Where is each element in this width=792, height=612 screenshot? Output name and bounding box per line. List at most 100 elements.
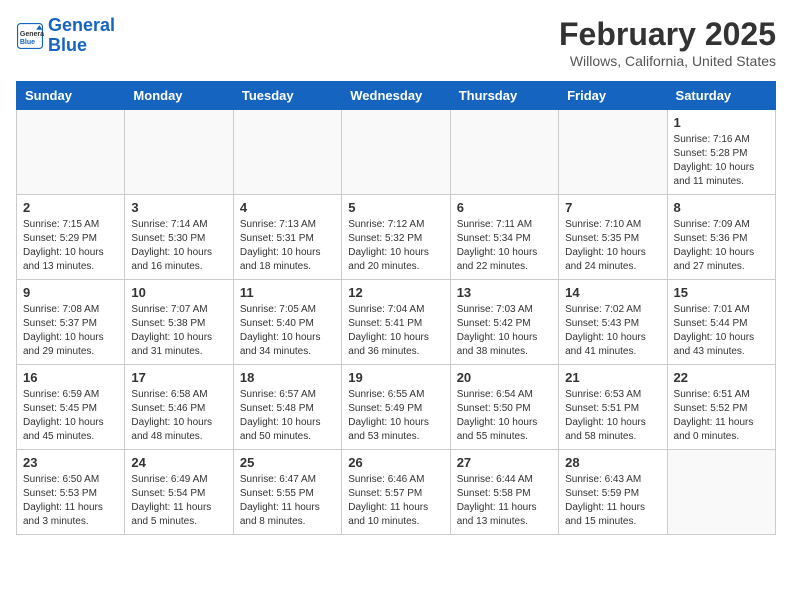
day-info: Sunrise: 7:02 AM Sunset: 5:43 PM Dayligh… xyxy=(565,303,660,359)
calendar-week-row: 1 Sunrise: 7:16 AM Sunset: 5:28 PM Daylig… xyxy=(17,110,776,195)
day-number: 16 xyxy=(23,370,118,385)
calendar-day-cell: 23 Sunrise: 6:50 AM Sunset: 5:53 PM Dayli… xyxy=(17,450,125,535)
day-number: 7 xyxy=(565,200,660,215)
day-number: 6 xyxy=(457,200,552,215)
day-number: 1 xyxy=(674,115,769,130)
day-number: 4 xyxy=(240,200,335,215)
logo-icon: General Blue xyxy=(16,22,44,50)
calendar-table: SundayMondayTuesdayWednesdayThursdayFrid… xyxy=(16,81,776,535)
calendar-day-cell: 28 Sunrise: 6:43 AM Sunset: 5:59 PM Dayli… xyxy=(559,450,667,535)
calendar-day-cell: 22 Sunrise: 6:51 AM Sunset: 5:52 PM Dayli… xyxy=(667,365,775,450)
calendar-day-cell: 20 Sunrise: 6:54 AM Sunset: 5:50 PM Dayli… xyxy=(450,365,558,450)
calendar-day-cell: 5 Sunrise: 7:12 AM Sunset: 5:32 PM Daylig… xyxy=(342,195,450,280)
calendar-day-cell: 17 Sunrise: 6:58 AM Sunset: 5:46 PM Dayli… xyxy=(125,365,233,450)
day-info: Sunrise: 6:49 AM Sunset: 5:54 PM Dayligh… xyxy=(131,473,226,529)
day-info: Sunrise: 6:43 AM Sunset: 5:59 PM Dayligh… xyxy=(565,473,660,529)
calendar-day-cell: 1 Sunrise: 7:16 AM Sunset: 5:28 PM Daylig… xyxy=(667,110,775,195)
day-info: Sunrise: 6:59 AM Sunset: 5:45 PM Dayligh… xyxy=(23,388,118,444)
day-info: Sunrise: 6:47 AM Sunset: 5:55 PM Dayligh… xyxy=(240,473,335,529)
day-info: Sunrise: 7:07 AM Sunset: 5:38 PM Dayligh… xyxy=(131,303,226,359)
day-info: Sunrise: 6:57 AM Sunset: 5:48 PM Dayligh… xyxy=(240,388,335,444)
calendar-day-cell: 24 Sunrise: 6:49 AM Sunset: 5:54 PM Dayli… xyxy=(125,450,233,535)
calendar-day-cell: 6 Sunrise: 7:11 AM Sunset: 5:34 PM Daylig… xyxy=(450,195,558,280)
svg-text:Blue: Blue xyxy=(20,39,35,46)
day-number: 17 xyxy=(131,370,226,385)
day-number: 24 xyxy=(131,455,226,470)
calendar-day-cell: 2 Sunrise: 7:15 AM Sunset: 5:29 PM Daylig… xyxy=(17,195,125,280)
day-number: 22 xyxy=(674,370,769,385)
day-number: 15 xyxy=(674,285,769,300)
calendar-day-cell: 9 Sunrise: 7:08 AM Sunset: 5:37 PM Daylig… xyxy=(17,280,125,365)
day-number: 20 xyxy=(457,370,552,385)
day-info: Sunrise: 6:46 AM Sunset: 5:57 PM Dayligh… xyxy=(348,473,443,529)
day-number: 27 xyxy=(457,455,552,470)
day-info: Sunrise: 7:11 AM Sunset: 5:34 PM Dayligh… xyxy=(457,218,552,274)
day-number: 19 xyxy=(348,370,443,385)
day-info: Sunrise: 6:53 AM Sunset: 5:51 PM Dayligh… xyxy=(565,388,660,444)
day-number: 14 xyxy=(565,285,660,300)
day-number: 9 xyxy=(23,285,118,300)
day-number: 3 xyxy=(131,200,226,215)
day-info: Sunrise: 6:55 AM Sunset: 5:49 PM Dayligh… xyxy=(348,388,443,444)
day-number: 5 xyxy=(348,200,443,215)
day-info: Sunrise: 6:58 AM Sunset: 5:46 PM Dayligh… xyxy=(131,388,226,444)
calendar-week-row: 16 Sunrise: 6:59 AM Sunset: 5:45 PM Dayli… xyxy=(17,365,776,450)
page-title: February 2025 xyxy=(559,16,776,53)
svg-text:General: General xyxy=(20,31,44,38)
calendar-day-cell xyxy=(667,450,775,535)
calendar-day-cell: 4 Sunrise: 7:13 AM Sunset: 5:31 PM Daylig… xyxy=(233,195,341,280)
weekday-header: Tuesday xyxy=(233,82,341,110)
calendar-day-cell: 16 Sunrise: 6:59 AM Sunset: 5:45 PM Dayli… xyxy=(17,365,125,450)
logo-text: General Blue xyxy=(48,16,115,56)
day-info: Sunrise: 7:16 AM Sunset: 5:28 PM Dayligh… xyxy=(674,133,769,189)
calendar-day-cell: 26 Sunrise: 6:46 AM Sunset: 5:57 PM Dayli… xyxy=(342,450,450,535)
calendar-day-cell: 12Sunrise: 7:04 AM Sunset: 5:41 PM Dayli… xyxy=(342,280,450,365)
calendar-day-cell: 3 Sunrise: 7:14 AM Sunset: 5:30 PM Daylig… xyxy=(125,195,233,280)
calendar-day-cell: 18 Sunrise: 6:57 AM Sunset: 5:48 PM Dayli… xyxy=(233,365,341,450)
day-info: Sunrise: 7:09 AM Sunset: 5:36 PM Dayligh… xyxy=(674,218,769,274)
day-info: Sunrise: 7:13 AM Sunset: 5:31 PM Dayligh… xyxy=(240,218,335,274)
day-info: Sunrise: 6:50 AM Sunset: 5:53 PM Dayligh… xyxy=(23,473,118,529)
day-number: 25 xyxy=(240,455,335,470)
day-info: Sunrise: 7:12 AM Sunset: 5:32 PM Dayligh… xyxy=(348,218,443,274)
calendar-day-cell xyxy=(559,110,667,195)
day-info: Sunrise: 7:04 AM Sunset: 5:41 PM Dayligh… xyxy=(348,303,443,359)
page-header: General Blue General Blue February 2025 … xyxy=(16,16,776,69)
calendar-day-cell xyxy=(125,110,233,195)
calendar-day-cell xyxy=(450,110,558,195)
title-block: February 2025 Willows, California, Unite… xyxy=(559,16,776,69)
logo: General Blue General Blue xyxy=(16,16,115,56)
calendar-week-row: 2 Sunrise: 7:15 AM Sunset: 5:29 PM Daylig… xyxy=(17,195,776,280)
day-info: Sunrise: 7:14 AM Sunset: 5:30 PM Dayligh… xyxy=(131,218,226,274)
calendar-day-cell: 8Sunrise: 7:09 AM Sunset: 5:36 PM Daylig… xyxy=(667,195,775,280)
day-info: Sunrise: 7:10 AM Sunset: 5:35 PM Dayligh… xyxy=(565,218,660,274)
calendar-day-cell: 27 Sunrise: 6:44 AM Sunset: 5:58 PM Dayli… xyxy=(450,450,558,535)
day-info: Sunrise: 6:54 AM Sunset: 5:50 PM Dayligh… xyxy=(457,388,552,444)
day-number: 21 xyxy=(565,370,660,385)
day-number: 26 xyxy=(348,455,443,470)
day-number: 23 xyxy=(23,455,118,470)
day-info: Sunrise: 6:51 AM Sunset: 5:52 PM Dayligh… xyxy=(674,388,769,444)
calendar-day-cell: 10Sunrise: 7:07 AM Sunset: 5:38 PM Dayli… xyxy=(125,280,233,365)
calendar-day-cell: 11 Sunrise: 7:05 AM Sunset: 5:40 PM Dayli… xyxy=(233,280,341,365)
calendar-day-cell xyxy=(342,110,450,195)
weekday-header: Wednesday xyxy=(342,82,450,110)
day-info: Sunrise: 7:05 AM Sunset: 5:40 PM Dayligh… xyxy=(240,303,335,359)
weekday-header: Saturday xyxy=(667,82,775,110)
day-number: 18 xyxy=(240,370,335,385)
day-number: 28 xyxy=(565,455,660,470)
day-info: Sunrise: 7:15 AM Sunset: 5:29 PM Dayligh… xyxy=(23,218,118,274)
calendar-day-cell xyxy=(17,110,125,195)
day-info: Sunrise: 7:03 AM Sunset: 5:42 PM Dayligh… xyxy=(457,303,552,359)
day-number: 2 xyxy=(23,200,118,215)
calendar-day-cell: 21 Sunrise: 6:53 AM Sunset: 5:51 PM Dayli… xyxy=(559,365,667,450)
calendar-day-cell: 14 Sunrise: 7:02 AM Sunset: 5:43 PM Dayli… xyxy=(559,280,667,365)
calendar-day-cell: 15Sunrise: 7:01 AM Sunset: 5:44 PM Dayli… xyxy=(667,280,775,365)
weekday-header: Thursday xyxy=(450,82,558,110)
day-info: Sunrise: 6:44 AM Sunset: 5:58 PM Dayligh… xyxy=(457,473,552,529)
day-info: Sunrise: 7:08 AM Sunset: 5:37 PM Dayligh… xyxy=(23,303,118,359)
calendar-day-cell xyxy=(233,110,341,195)
calendar-week-row: 9 Sunrise: 7:08 AM Sunset: 5:37 PM Daylig… xyxy=(17,280,776,365)
day-number: 11 xyxy=(240,285,335,300)
calendar-day-cell: 25 Sunrise: 6:47 AM Sunset: 5:55 PM Dayli… xyxy=(233,450,341,535)
